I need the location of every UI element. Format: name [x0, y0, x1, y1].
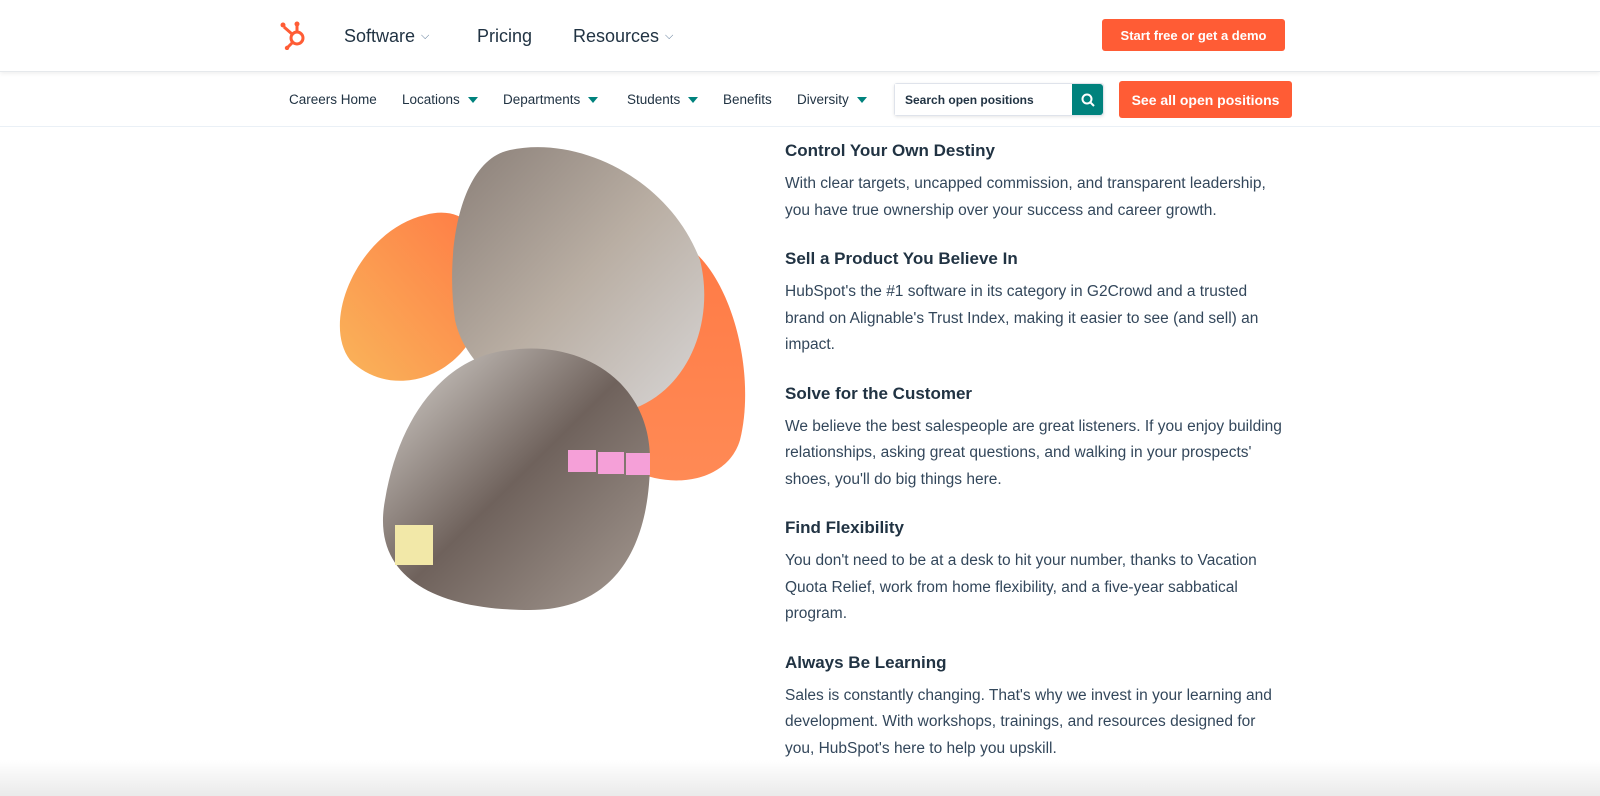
- search-positions: [894, 83, 1104, 116]
- chevron-down-icon: ⌵: [665, 30, 674, 42]
- subnav-diversity[interactable]: Diversity: [797, 92, 867, 107]
- nav-pricing[interactable]: Pricing: [477, 26, 532, 47]
- search-button[interactable]: [1072, 84, 1103, 115]
- hero-illustration: [330, 140, 770, 665]
- subnav-label: Benefits: [723, 92, 772, 107]
- subnav-departments[interactable]: Departments: [503, 92, 599, 107]
- benefit-section: Find Flexibility You don't need to be at …: [785, 517, 1285, 628]
- benefit-section: Always Be Learning Sales is constantly ch…: [785, 652, 1285, 763]
- caret-down-icon: [688, 96, 699, 103]
- hubspot-logo[interactable]: [280, 20, 308, 55]
- benefit-section: Control Your Own Destiny With clear targe…: [785, 140, 1285, 224]
- benefit-title: Sell a Product You Believe In: [785, 249, 1018, 268]
- subnav-benefits[interactable]: Benefits: [723, 92, 772, 107]
- start-free-button[interactable]: Start free or get a demo: [1102, 19, 1285, 51]
- benefit-title: Always Be Learning: [785, 652, 947, 672]
- nav-resources[interactable]: Resources ⌵: [573, 26, 673, 47]
- benefit-section: Solve for the Customer We believe the bes…: [785, 383, 1285, 494]
- subnav-students[interactable]: Students: [627, 92, 699, 107]
- benefit-body: HubSpot's the #1 software in its categor…: [785, 283, 1259, 353]
- subnav-label: Diversity: [797, 92, 849, 107]
- benefit-title: Control Your Own Destiny: [785, 141, 995, 160]
- nav-label: Software: [344, 26, 416, 46]
- subnav-careers-home[interactable]: Careers Home: [289, 92, 377, 107]
- subnav-locations[interactable]: Locations: [402, 92, 478, 107]
- careers-subnav: Careers Home Locations Departments Stude…: [0, 73, 1600, 127]
- search-input[interactable]: [895, 84, 1072, 115]
- caret-down-icon: [856, 96, 867, 103]
- benefit-title: Solve for the Customer: [785, 383, 973, 403]
- chevron-down-icon: ⌵: [421, 30, 430, 42]
- caret-down-icon: [588, 96, 599, 103]
- benefit-title: Find Flexibility: [785, 518, 905, 537]
- subnav-label: Locations: [402, 92, 460, 107]
- benefit-body: We believe the best salespeople are grea…: [785, 417, 1282, 488]
- bottom-fade: [0, 760, 1600, 796]
- subnav-label: Students: [627, 92, 681, 107]
- benefit-section: Sell a Product You Believe In HubSpot's t…: [785, 248, 1285, 359]
- nav-label: Resources: [573, 26, 660, 46]
- subnav-label: Careers Home: [289, 92, 377, 107]
- benefit-body: Sales is constantly changing. That's why…: [785, 686, 1272, 757]
- search-icon: [1081, 93, 1095, 107]
- nav-software[interactable]: Software ⌵: [344, 26, 429, 47]
- sales-benefits: Control Your Own Destiny With clear targe…: [785, 140, 1285, 786]
- photo-sales-rep-headset: [382, 348, 650, 610]
- top-header: Software ⌵ Pricing Resources ⌵ Start free …: [0, 0, 1600, 72]
- see-all-positions-button[interactable]: See all open positions: [1119, 81, 1292, 118]
- subnav-label: Departments: [503, 92, 581, 107]
- benefit-body: You don't need to be at a desk to hit yo…: [785, 552, 1257, 622]
- caret-down-icon: [467, 96, 478, 103]
- benefit-body: With clear targets, uncapped commission,…: [785, 175, 1266, 219]
- nav-label: Pricing: [477, 26, 533, 46]
